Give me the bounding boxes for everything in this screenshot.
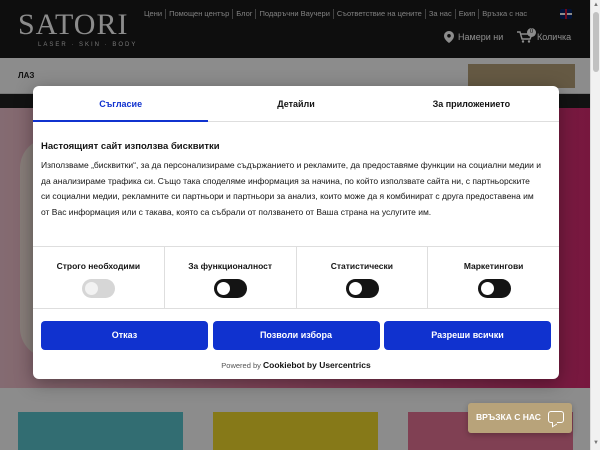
marketing-switch[interactable]	[477, 279, 511, 298]
contact-us-button[interactable]: ВРЪЗКА С НАС	[468, 403, 572, 433]
toggle-marketing: Маркетингови	[428, 246, 559, 308]
chat-icon	[548, 411, 564, 423]
contact-us-label: ВРЪЗКА С НАС	[476, 412, 541, 422]
tab-details[interactable]: Детайли	[208, 86, 383, 121]
cookie-category-toggles: Строго необходими За функционалност Стат…	[33, 246, 559, 308]
divider	[33, 308, 559, 309]
tab-about[interactable]: За приложението	[384, 86, 559, 121]
toggle-necessary: Строго необходими	[33, 246, 165, 308]
cookie-title: Настоящият сайт използва бисквитки	[41, 141, 220, 152]
toggle-statistics: Статистически	[297, 246, 429, 308]
switch-knob	[480, 282, 494, 295]
tab-consent[interactable]: Съгласие	[33, 86, 209, 122]
statistics-switch[interactable]	[345, 279, 379, 298]
toggle-statistics-label: Статистически	[330, 261, 394, 271]
powered-brand: Cookiebot by Usercentrics	[263, 360, 371, 370]
switch-knob	[348, 282, 362, 295]
toggle-preferences: За функционалност	[165, 246, 297, 308]
switch-knob	[217, 282, 231, 295]
powered-by[interactable]: Powered by Cookiebot by Usercentrics	[33, 360, 559, 370]
page-scrollbar[interactable]: ▲ ▼	[590, 0, 600, 450]
cookie-consent-dialog: Съгласие Детайли За приложението Настоящ…	[33, 86, 559, 379]
toggle-necessary-label: Строго необходими	[56, 261, 141, 271]
deny-button[interactable]: Отказ	[41, 321, 208, 350]
cookie-description: Използваме „бисквитки“, за да персонализ…	[41, 160, 542, 217]
cookie-tabs: Съгласие Детайли За приложението	[33, 86, 559, 122]
switch-knob	[85, 282, 99, 295]
powered-prefix: Powered by	[221, 361, 261, 370]
allow-all-button[interactable]: Разреши всички	[384, 321, 551, 350]
allow-selection-button[interactable]: Позволи избора	[212, 321, 380, 350]
cookie-buttons: Отказ Позволи избора Разреши всички	[41, 321, 551, 350]
scroll-up-arrow-icon[interactable]: ▲	[593, 2, 599, 8]
necessary-switch	[82, 279, 116, 298]
scroll-thumb[interactable]	[593, 12, 599, 72]
preferences-switch[interactable]	[214, 279, 248, 298]
scroll-down-arrow-icon[interactable]: ▼	[593, 440, 599, 446]
toggle-preferences-label: За функционалност	[188, 261, 273, 271]
toggle-marketing-label: Маркетингови	[463, 261, 524, 271]
